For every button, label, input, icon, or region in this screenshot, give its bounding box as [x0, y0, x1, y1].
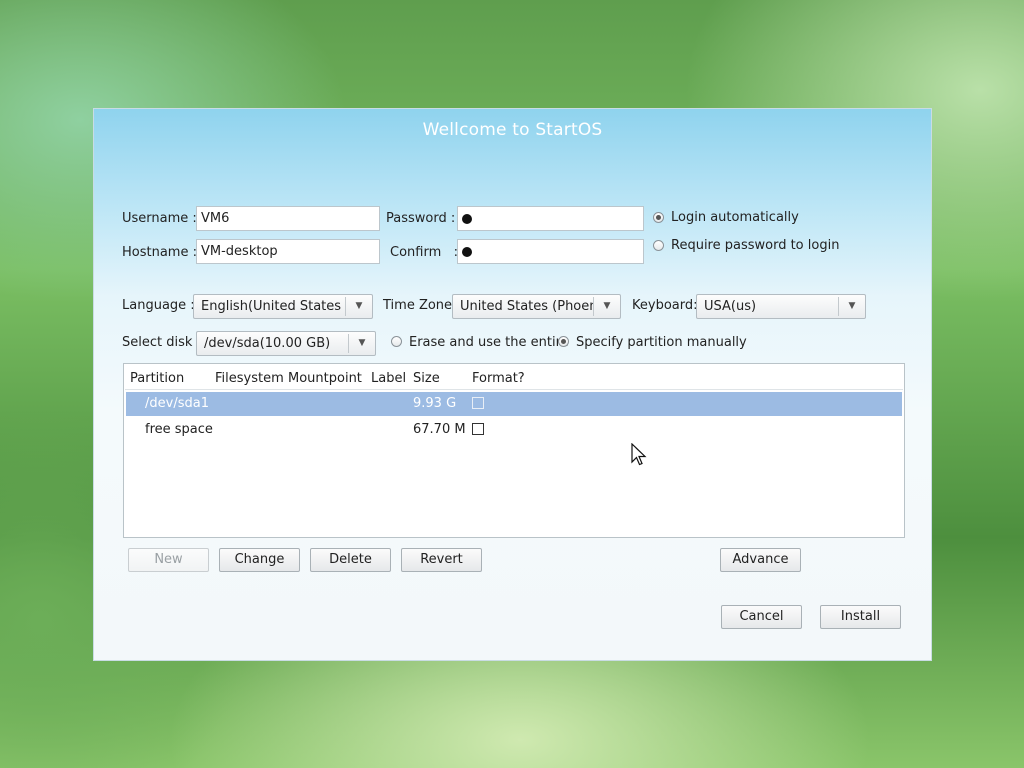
header-divider [125, 389, 903, 390]
password-mask-dot [462, 214, 472, 224]
keyboard-combo[interactable]: USA(us) ▼ [696, 294, 866, 319]
confirm-password-input[interactable] [457, 239, 644, 264]
require-password-radio[interactable] [653, 240, 664, 251]
change-partition-button[interactable]: Change [219, 548, 300, 572]
new-partition-button[interactable]: New [128, 548, 209, 572]
keyboard-value: USA(us) [704, 299, 757, 314]
timezone-combo[interactable]: United States (Phoenix) ▼ [452, 294, 621, 319]
hostname-input[interactable]: VM-desktop [196, 239, 380, 264]
partition-name: /dev/sda1 [145, 396, 209, 411]
manual-partition-radio[interactable] [558, 336, 569, 347]
username-label: Username : [122, 211, 197, 226]
column-header-filesystem[interactable]: Filesystem [215, 371, 284, 386]
column-header-mountpoint[interactable]: Mountpoint [288, 371, 362, 386]
cancel-button[interactable]: Cancel [721, 605, 802, 629]
format-checkbox[interactable] [472, 423, 484, 435]
chevron-down-icon: ▼ [593, 297, 620, 316]
timezone-label: Time Zone: [383, 298, 457, 313]
column-header-size[interactable]: Size [413, 371, 440, 386]
confirm-mask-dot [462, 247, 472, 257]
chevron-down-icon: ▼ [838, 297, 865, 316]
select-disk-label: Select disk : [122, 335, 201, 350]
language-combo[interactable]: English(United States) ▼ [193, 294, 373, 319]
table-row[interactable]: free space 67.70 M [126, 418, 902, 442]
timezone-value: United States (Phoenix) [460, 299, 594, 314]
hostname-label: Hostname : [122, 245, 197, 260]
installer-dialog: Wellcome to StartOS Username : VM6 Hostn… [93, 108, 932, 661]
partition-table[interactable]: Partition Filesystem Mountpoint Label Si… [123, 363, 905, 538]
password-input[interactable] [457, 206, 644, 231]
language-label: Language : [122, 298, 195, 313]
login-automatically-radio[interactable] [653, 212, 664, 223]
erase-disk-label[interactable]: Erase and use the entire [409, 335, 569, 350]
delete-partition-button[interactable]: Delete [310, 548, 391, 572]
column-header-format[interactable]: Format? [472, 371, 525, 386]
table-row[interactable]: /dev/sda1 9.93 G [126, 392, 902, 416]
dialog-title: Wellcome to StartOS [422, 120, 603, 140]
partition-size: 67.70 M [413, 422, 466, 437]
column-header-label[interactable]: Label [371, 371, 406, 386]
username-input[interactable]: VM6 [196, 206, 380, 231]
chevron-down-icon: ▼ [348, 334, 375, 353]
partition-name: free space [145, 422, 213, 437]
login-automatically-label[interactable]: Login automatically [671, 210, 799, 225]
partition-size: 9.93 G [413, 396, 457, 411]
column-header-partition[interactable]: Partition [130, 371, 184, 386]
revert-button[interactable]: Revert [401, 548, 482, 572]
disk-value: /dev/sda(10.00 GB) [204, 336, 331, 351]
keyboard-label: Keyboard: [632, 298, 698, 313]
advance-button[interactable]: Advance [720, 548, 801, 572]
confirm-label: Confirm : [390, 245, 459, 260]
mouse-cursor-icon [631, 443, 647, 466]
manual-partition-label[interactable]: Specify partition manually [576, 335, 747, 350]
require-password-label[interactable]: Require password to login [671, 238, 839, 253]
password-label: Password : [386, 211, 456, 226]
language-value: English(United States) [201, 299, 341, 314]
chevron-down-icon: ▼ [345, 297, 372, 316]
install-button[interactable]: Install [820, 605, 901, 629]
erase-disk-radio[interactable] [391, 336, 402, 347]
disk-combo[interactable]: /dev/sda(10.00 GB) ▼ [196, 331, 376, 356]
format-checkbox[interactable] [472, 397, 484, 409]
